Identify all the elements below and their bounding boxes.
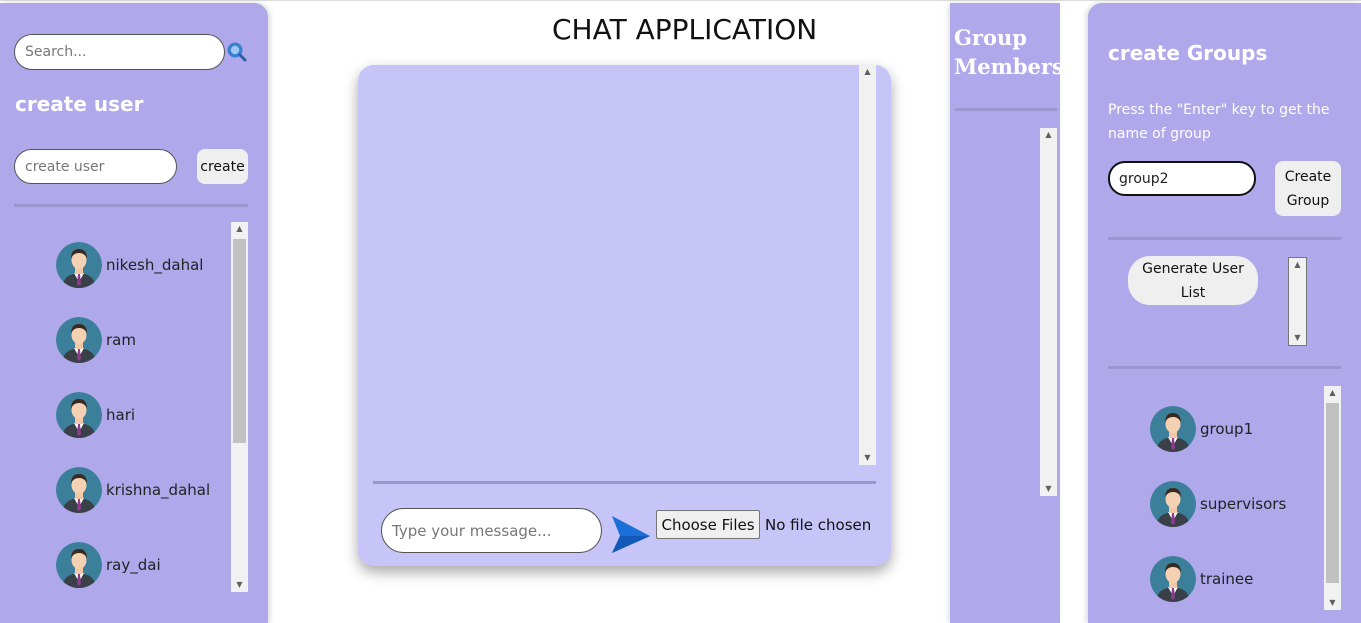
members-divider xyxy=(955,108,1057,111)
search-input[interactable] xyxy=(14,34,225,70)
app-title: CHAT APPLICATION xyxy=(552,13,818,46)
user-list-scrollbar[interactable]: ▲ ▼ xyxy=(231,222,248,592)
scroll-down-icon[interactable]: ▼ xyxy=(1289,331,1306,345)
choose-files-button[interactable]: Choose Files xyxy=(656,510,760,539)
scroll-up-icon[interactable]: ▲ xyxy=(231,222,248,236)
group-members-heading: Group Members xyxy=(954,25,1064,79)
scroll-thumb[interactable] xyxy=(233,239,246,443)
group-members-panel: Group Members ▲ ▼ xyxy=(950,3,1064,623)
group-name: supervisors xyxy=(1200,495,1287,513)
message-input[interactable] xyxy=(381,508,602,553)
file-status-text: No file chosen xyxy=(765,516,872,534)
scroll-thumb[interactable] xyxy=(1326,403,1339,583)
scroll-down-icon[interactable]: ▼ xyxy=(859,451,876,465)
group-hint-text: Press the "Enter" key to get the name of… xyxy=(1108,102,1330,142)
user-name: krishna_dahal xyxy=(106,481,211,499)
list-item[interactable]: ray_dai xyxy=(56,542,161,588)
user-name: ram xyxy=(106,331,136,349)
scroll-down-icon[interactable]: ▼ xyxy=(1324,596,1341,610)
avatar xyxy=(56,242,102,288)
create-user-heading: create user xyxy=(15,92,144,116)
list-item[interactable]: hari xyxy=(56,392,135,438)
left-divider xyxy=(14,204,248,207)
user-list: nikesh_dahal ram hari krishna_dahal ray_… xyxy=(14,222,230,594)
group-name-input[interactable] xyxy=(1108,161,1256,196)
create-user-input[interactable] xyxy=(14,149,177,184)
avatar xyxy=(56,392,102,438)
right-divider-bottom xyxy=(1108,366,1341,369)
avatar xyxy=(1150,556,1196,602)
scroll-down-icon[interactable]: ▼ xyxy=(231,578,248,592)
avatar xyxy=(1150,481,1196,527)
scroll-up-icon[interactable]: ▲ xyxy=(1040,128,1057,142)
chat-application-page: create user create nikesh_dahal ram hari… xyxy=(0,0,1361,623)
avatar xyxy=(56,317,102,363)
chat-box: ▲ ▼ Choose Files No file chosen xyxy=(358,65,891,566)
avatar xyxy=(1150,406,1196,452)
create-group-button[interactable]: Create Group xyxy=(1275,161,1341,216)
avatar xyxy=(56,542,102,588)
group-name: group1 xyxy=(1200,420,1254,438)
create-user-button[interactable]: create xyxy=(197,149,248,184)
list-item[interactable]: trainee xyxy=(1150,556,1253,602)
list-item[interactable]: supervisors xyxy=(1150,481,1286,527)
chat-divider xyxy=(373,481,876,484)
user-name: ray_dai xyxy=(106,556,161,574)
right-divider-top xyxy=(1108,237,1341,240)
members-scrollbar[interactable]: ▲ ▼ xyxy=(1040,128,1057,496)
group-name: trainee xyxy=(1200,570,1254,588)
avatar xyxy=(56,467,102,513)
groups-sidebar: create Groups Press the "Enter" key to g… xyxy=(1088,3,1361,623)
user-list-select[interactable]: ▲ ▼ xyxy=(1288,257,1307,346)
scroll-up-icon[interactable]: ▲ xyxy=(1289,258,1306,272)
list-item[interactable]: ram xyxy=(56,317,136,363)
group-list-scrollbar[interactable]: ▲ ▼ xyxy=(1324,386,1341,610)
list-item[interactable]: krishna_dahal xyxy=(56,467,210,513)
list-item[interactable]: nikesh_dahal xyxy=(56,242,203,288)
group-list: group1 supervisors trainee xyxy=(1108,386,1323,611)
generate-user-list-button[interactable]: Generate User List xyxy=(1128,256,1258,305)
list-item[interactable]: group1 xyxy=(1150,406,1253,452)
scroll-down-icon[interactable]: ▼ xyxy=(1040,482,1057,496)
user-name: nikesh_dahal xyxy=(106,256,204,274)
message-area-scrollbar[interactable]: ▲ ▼ xyxy=(859,65,876,465)
user-sidebar: create user create nikesh_dahal ram hari… xyxy=(0,3,268,623)
search-icon[interactable] xyxy=(225,40,247,62)
send-icon[interactable] xyxy=(610,514,652,554)
scroll-up-icon[interactable]: ▲ xyxy=(1324,386,1341,400)
user-name: hari xyxy=(106,406,136,424)
create-groups-heading: create Groups xyxy=(1108,41,1268,65)
message-area xyxy=(358,65,858,465)
scroll-up-icon[interactable]: ▲ xyxy=(859,65,876,79)
